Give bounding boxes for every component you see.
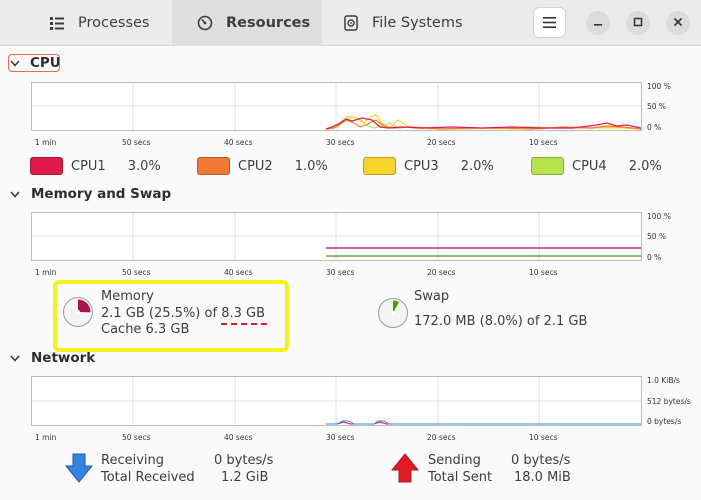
y-axis-label: 50 % [647, 232, 667, 241]
memory-history-graph [31, 212, 642, 261]
maximize-button[interactable] [626, 11, 650, 35]
x-axis-label: 40 secs [224, 138, 253, 147]
tab-processes[interactable]: Processes [0, 0, 172, 46]
header-bar: Processes Resources File Systems [0, 0, 701, 46]
tab-label: File Systems [372, 15, 463, 31]
tab-label: Processes [78, 15, 150, 31]
chevron-down-icon [9, 350, 21, 366]
memory-used-text: 2.1 GB (25.5%) of [101, 306, 218, 321]
disk-icon [342, 14, 360, 32]
total-sent-label: Total Sent [428, 470, 493, 485]
cpu3-color-swatch[interactable] [363, 157, 396, 175]
total-received-value: 1.2 GiB [221, 470, 269, 485]
list-icon [48, 14, 66, 32]
swap-pie-icon[interactable] [377, 297, 409, 333]
cpu3-legend[interactable]: CPU3 2.0% [363, 157, 494, 175]
gauge-icon [196, 14, 214, 32]
cpu-value: 2.0% [460, 158, 494, 174]
minimize-icon [593, 16, 603, 30]
swap-label: Swap [414, 289, 450, 304]
cpu-name: CPU4 [572, 158, 607, 174]
focus-outline [8, 54, 60, 72]
close-button[interactable] [666, 11, 690, 35]
section-title: Network [31, 350, 96, 366]
total-sent-value: 18.0 MiB [514, 470, 571, 485]
y-axis-label: 1.0 KiB/s [647, 376, 680, 385]
x-axis-label: 1 min [35, 433, 57, 442]
x-axis-label: 40 secs [224, 433, 253, 442]
x-axis-label: 10 secs [529, 433, 558, 442]
cpu4-color-swatch[interactable] [531, 157, 564, 175]
memory-pie-icon[interactable] [62, 296, 94, 332]
tab-file-systems[interactable]: File Systems [322, 0, 492, 46]
receiving-line [326, 420, 641, 425]
receiving-arrow-icon[interactable] [64, 453, 94, 488]
cpu1-color-swatch[interactable] [30, 157, 63, 175]
section-title: Memory and Swap [31, 186, 172, 202]
x-axis-label: 10 secs [529, 138, 558, 147]
x-axis-label: 1 min [35, 138, 57, 147]
cpu-name: CPU1 [71, 158, 106, 174]
cpu4-legend[interactable]: CPU4 2.0% [531, 157, 662, 175]
chevron-down-icon [9, 186, 21, 202]
cpu-value: 2.0% [628, 158, 662, 174]
maximize-icon [633, 16, 643, 30]
cpu-history-graph [31, 82, 642, 131]
receiving-value: 0 bytes/s [214, 453, 274, 468]
memory-total-text: 8.3 GB [221, 306, 267, 325]
x-axis-label: 40 secs [224, 268, 253, 277]
y-axis-label: 512 bytes/s [647, 397, 691, 406]
sending-arrow-icon[interactable] [390, 452, 420, 487]
x-axis-label: 30 secs [326, 138, 355, 147]
x-axis-label: 10 secs [529, 268, 558, 277]
sending-value: 0 bytes/s [511, 453, 571, 468]
cpu2-color-swatch[interactable] [197, 157, 230, 175]
menu-button[interactable] [533, 7, 566, 38]
annotation-underline [221, 323, 267, 325]
close-icon [673, 16, 683, 30]
x-axis-label: 50 secs [122, 138, 151, 147]
cpu-name: CPU3 [404, 158, 439, 174]
memory-total-value: 8.3 GB [221, 306, 265, 321]
sending-label: Sending [428, 453, 481, 468]
x-axis-label: 1 min [35, 268, 57, 277]
receiving-label: Receiving [101, 453, 165, 468]
memory-label: Memory [101, 289, 154, 304]
y-axis-label: 0 % [647, 253, 662, 262]
swap-usage: 172.0 MB (8.0%) of 2.1 GB [414, 314, 588, 329]
y-axis-label: 50 % [647, 102, 667, 111]
y-axis-label: 100 % [647, 212, 671, 221]
tab-label: Resources [226, 15, 311, 31]
cpu-value: 3.0% [127, 158, 161, 174]
x-axis-label: 20 secs [427, 433, 456, 442]
x-axis-label: 50 secs [122, 268, 151, 277]
x-axis-label: 20 secs [427, 268, 456, 277]
y-axis-label: 0 bytes/s [647, 417, 682, 426]
minimize-button[interactable] [586, 11, 610, 35]
y-axis-label: 0 % [647, 123, 662, 132]
memory-usage: 2.1 GB (25.5%) of 8.3 GB [101, 306, 267, 325]
memory-cache: Cache 6.3 GB [101, 322, 190, 337]
x-axis-label: 50 secs [122, 433, 151, 442]
x-axis-label: 30 secs [326, 268, 355, 277]
network-section-header[interactable]: Network [9, 350, 95, 366]
x-axis-label: 30 secs [326, 433, 355, 442]
hamburger-icon [543, 13, 556, 32]
cpu-name: CPU2 [238, 158, 273, 174]
cpu1-legend[interactable]: CPU1 3.0% [30, 157, 161, 175]
tab-resources[interactable]: Resources [172, 0, 322, 46]
memory-section-header[interactable]: Memory and Swap [9, 186, 171, 202]
x-axis-label: 20 secs [427, 138, 456, 147]
network-history-graph [31, 376, 642, 426]
total-received-label: Total Received [101, 470, 195, 485]
y-axis-label: 100 % [647, 82, 671, 91]
cpu-value: 1.0% [294, 158, 328, 174]
cpu-section-header[interactable]: CPU [8, 54, 61, 72]
cpu2-legend[interactable]: CPU2 1.0% [197, 157, 328, 175]
